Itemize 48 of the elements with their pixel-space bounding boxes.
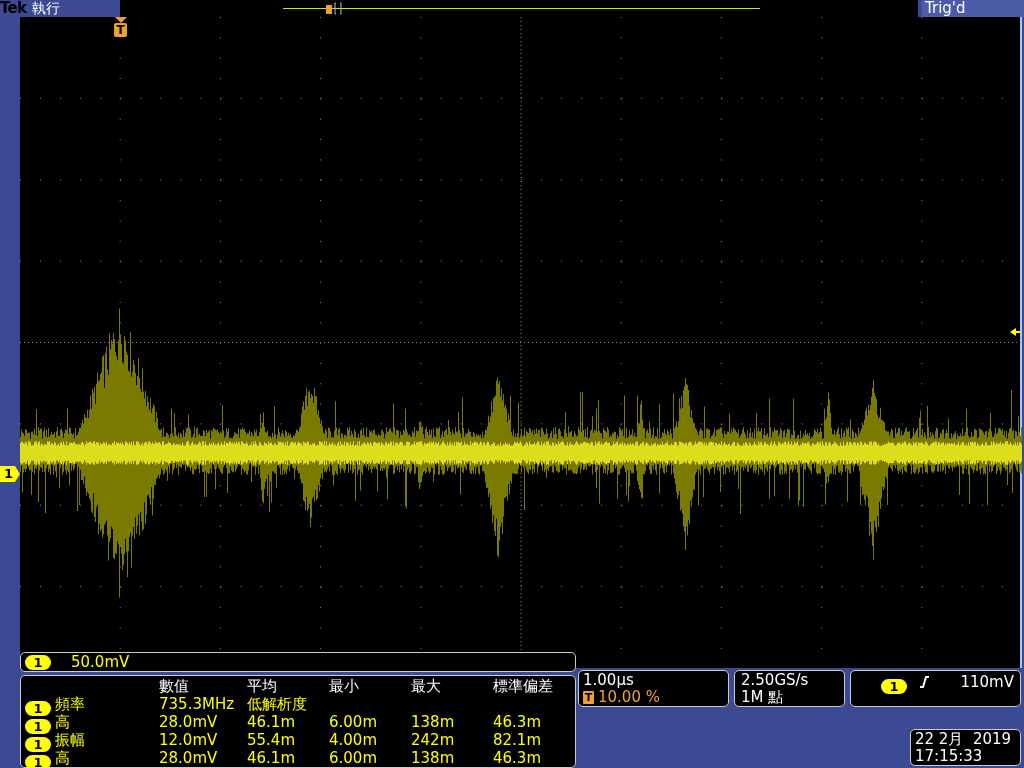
trigger-level: 110mV — [960, 674, 1014, 691]
measurement-value: 55.4m — [247, 731, 295, 749]
measurement-name: 頻率 — [55, 695, 85, 713]
measurement-name: 高 — [55, 749, 70, 767]
run-state: 執行 — [31, 0, 61, 17]
column-header: 平均 — [247, 677, 277, 695]
channel-badge: 1 — [25, 654, 51, 670]
column-header: 標準偏差 — [493, 677, 553, 695]
column-header: 最大 — [411, 677, 441, 695]
channel-badge: 1 — [25, 719, 51, 734]
trigger-position-badge: T — [583, 690, 594, 704]
measurement-value: 242m — [411, 731, 455, 749]
measurement-value: 4.00m — [329, 731, 377, 749]
measurement-value: 82.1m — [493, 731, 541, 749]
measurement-value: 12.0mV — [159, 731, 218, 749]
time: 17:15:33 — [915, 747, 984, 765]
measurement-value: 46.3m — [493, 749, 541, 767]
channel-badge: 1 — [25, 755, 51, 768]
measurement-value: 46.1m — [247, 713, 295, 731]
channel-marker: 1 — [0, 466, 20, 482]
measurement-value: 46.1m — [247, 749, 295, 767]
channel-scale: 50.0mV — [71, 654, 130, 670]
trigger-position: 10.00 % — [598, 688, 660, 706]
record-window-icon — [325, 2, 343, 15]
measurement-value: 低解析度 — [247, 695, 307, 713]
measurement-value: 6.00m — [329, 713, 377, 731]
trigger-state: Trig'd — [922, 0, 1024, 17]
measurement-value: 138m — [411, 713, 455, 731]
measurement-value: 735.3MHz — [159, 695, 235, 713]
measurement-value: 6.00m — [329, 749, 377, 767]
measurement-name: 振幅 — [55, 731, 85, 749]
measurement-value: 138m — [411, 749, 455, 767]
channel-badge: 1 — [25, 737, 51, 752]
measurement-value: 46.3m — [493, 713, 541, 731]
date: 22 2月 2019 — [915, 730, 1013, 748]
measurement-value: 28.0mV — [159, 713, 218, 731]
channel-badge: 1 — [25, 701, 51, 716]
measurement-value: 28.0mV — [159, 749, 218, 767]
brand-label: Tek — [0, 0, 28, 17]
column-header: 最小 — [329, 677, 359, 695]
measurement-name: 高 — [55, 713, 70, 731]
sample-rate: 2.50GS/s — [741, 671, 810, 689]
channel-badge: 1 — [881, 679, 907, 694]
trigger-level-icon — [1010, 327, 1020, 337]
time-scale: 1.00µs — [583, 671, 635, 689]
column-header: 數值 — [159, 677, 189, 695]
rising-edge-icon — [919, 675, 929, 688]
record-length: 1M 點 — [741, 688, 785, 706]
